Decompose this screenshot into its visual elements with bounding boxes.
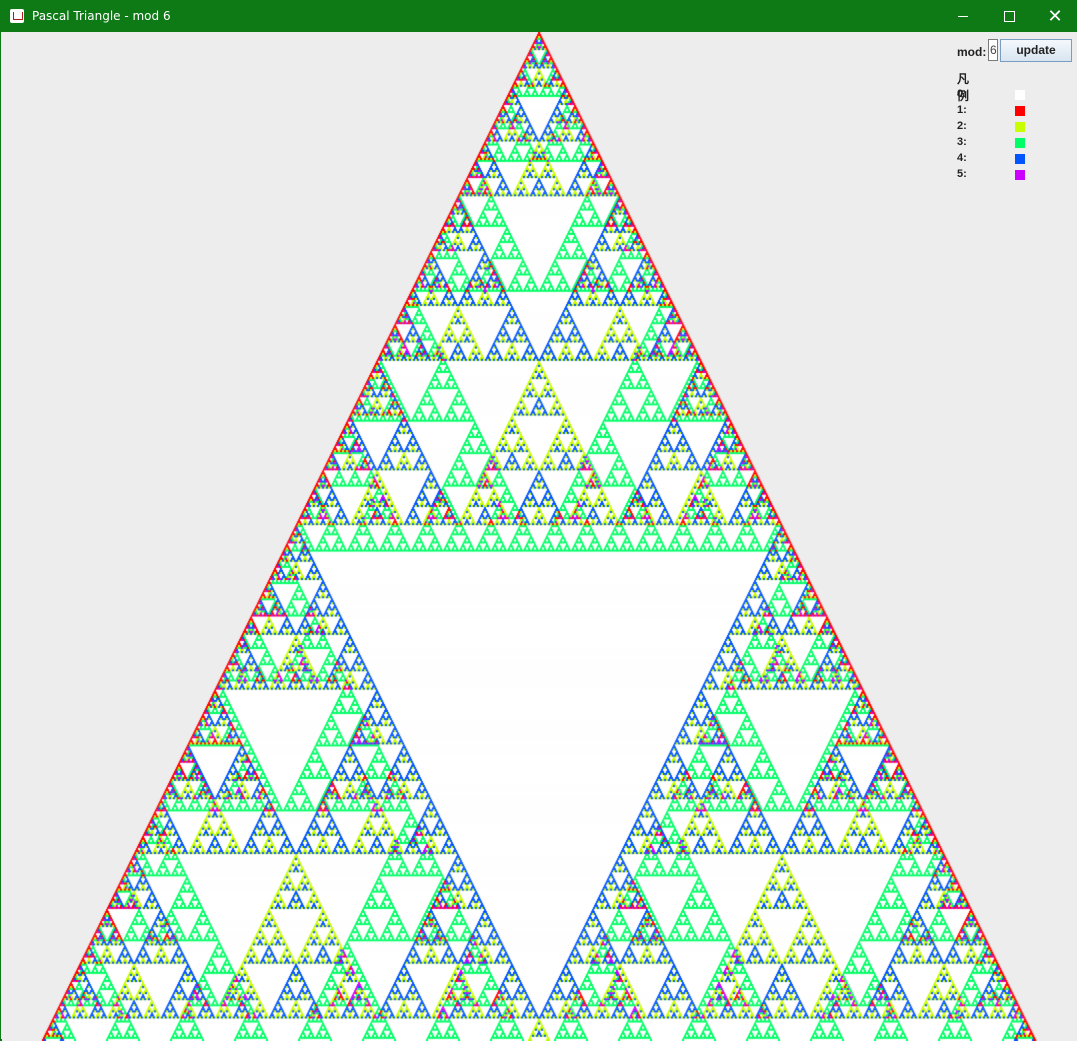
legend-color-swatch [1015,122,1025,132]
legend-color-swatch [1015,170,1025,180]
app-window: Pascal Triangle - mod 6 ✕ mod: 6 update … [0,0,1077,1041]
legend-color-swatch [1015,90,1025,100]
legend-color-swatch [1015,106,1025,116]
close-icon: ✕ [1047,5,1063,27]
legend-item: 4: [957,152,1037,166]
close-button[interactable]: ✕ [1032,1,1077,32]
legend-item: 3: [957,136,1037,150]
pascal-canvas: mod: 6 update 凡例 0: 1: 2: 3: 4: 5: [2,32,1077,1041]
maximize-icon [1003,11,1015,22]
minimize-icon [958,16,968,17]
update-button[interactable]: update [1000,39,1072,62]
legend-color-swatch [1015,138,1025,148]
mod-input[interactable]: 6 [988,39,998,61]
title-bar[interactable]: Pascal Triangle - mod 6 ✕ [1,1,1077,32]
java-app-icon [10,9,24,23]
maximize-button[interactable] [986,1,1032,32]
legend-item-label: 2: [957,120,967,132]
legend-item-label: 4: [957,152,967,164]
minimize-button[interactable] [940,1,986,32]
legend-item: 0: [957,88,1037,102]
legend-item: 1: [957,104,1037,118]
legend-item-label: 0: [957,88,967,100]
legend-color-swatch [1015,154,1025,164]
legend-item: 5: [957,168,1037,182]
legend-item-label: 5: [957,168,967,180]
legend-item-label: 3: [957,136,967,148]
mod-label: mod: [957,45,987,59]
legend-item: 2: [957,120,1037,134]
legend-item-label: 1: [957,104,967,116]
pascal-triangle-drawing [2,32,1077,1041]
window-title: Pascal Triangle - mod 6 [32,9,171,23]
